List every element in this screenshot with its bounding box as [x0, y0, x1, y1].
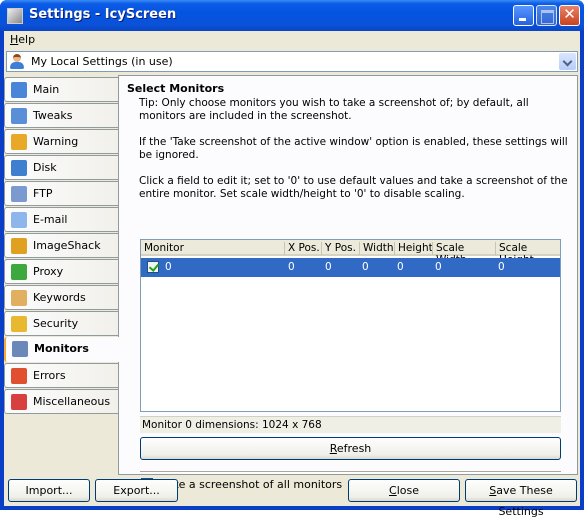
bell-icon — [11, 134, 27, 150]
sidebar-item-label: E-mail — [33, 213, 68, 226]
cell-scale-height[interactable]: 0 — [498, 261, 505, 273]
title-bar[interactable]: Settings - IcyScreen ✕ — [0, 0, 584, 31]
col-height[interactable]: Height — [394, 242, 433, 255]
save-settings-button[interactable]: Save These Settings — [465, 479, 577, 518]
settings-window: Settings - IcyScreen ✕ Help My Local Set… — [0, 0, 584, 518]
sidebar-item-main[interactable]: Main — [4, 77, 120, 102]
window-title: Settings - IcyScreen — [29, 7, 177, 22]
table-row[interactable]: 0 0 0 0 0 0 0 — [141, 258, 560, 277]
error-icon — [11, 368, 27, 384]
sidebar-item-label: Monitors — [34, 342, 89, 355]
col-y-pos[interactable]: Y Pos. — [321, 242, 359, 255]
cell-scale-width[interactable]: 0 — [435, 261, 442, 273]
ftp-server-icon — [11, 186, 27, 202]
col-x-pos[interactable]: X Pos. — [284, 242, 321, 255]
profile-selected-value: My Local Settings (in use) — [31, 55, 173, 68]
settings-sidebar: Main Tweaks Warning Disk FTP E-mail ImageShack… — [4, 77, 122, 415]
instructions-text: Click a field to edit it; set to '0' to … — [139, 175, 568, 200]
sidebar-item-label: Errors — [33, 369, 66, 382]
menu-bar: Help — [4, 31, 580, 48]
export-button[interactable]: Export... — [95, 479, 178, 502]
monitor-dimensions-status: Monitor 0 dimensions: 1024 x 768 — [140, 416, 561, 433]
user-icon — [10, 54, 24, 69]
sidebar-item-errors[interactable]: Errors — [4, 363, 120, 388]
sidebar-item-label: ImageShack — [33, 239, 101, 252]
cell-height[interactable]: 0 — [397, 261, 404, 273]
close-window-button[interactable]: ✕ — [559, 5, 580, 26]
sidebar-item-keywords[interactable]: Keywords — [4, 285, 120, 310]
close-button[interactable]: Close — [348, 479, 460, 502]
sidebar-item-imageshack[interactable]: ImageShack — [4, 233, 120, 258]
cell-x-pos[interactable]: 0 — [288, 261, 295, 273]
tip-text: Tip: Only choose monitors you wish to ta… — [139, 97, 529, 122]
proxy-icon — [11, 264, 27, 280]
sidebar-item-monitors[interactable]: Monitors — [4, 337, 122, 362]
cell-monitor[interactable]: 0 — [165, 261, 172, 273]
wrench-icon — [11, 108, 27, 124]
sidebar-item-e-mail[interactable]: E-mail — [4, 207, 120, 232]
monitor-icon — [12, 341, 28, 357]
imageshack-frog-icon — [11, 238, 27, 254]
sidebar-item-label: Warning — [33, 135, 79, 148]
col-monitor[interactable]: Monitor — [141, 242, 284, 255]
sidebar-item-label: Disk — [33, 161, 57, 174]
sidebar-item-tweaks[interactable]: Tweaks — [4, 103, 120, 128]
import-button[interactable]: Import... — [8, 479, 90, 502]
envelope-icon — [11, 212, 27, 228]
padlock-icon — [11, 316, 27, 332]
section-title: Select Monitors — [127, 82, 225, 95]
sidebar-item-ftp[interactable]: FTP — [4, 181, 120, 206]
close-icon: ✕ — [563, 5, 576, 23]
monitor-checkbox[interactable] — [147, 261, 159, 273]
monitors-table[interactable]: Monitor X Pos. Y Pos. Width Height Scale… — [140, 239, 561, 412]
cell-y-pos[interactable]: 0 — [325, 261, 332, 273]
sidebar-item-disk[interactable]: Disk — [4, 155, 120, 180]
minimize-button[interactable] — [513, 5, 534, 26]
sidebar-item-label: Security — [33, 317, 79, 330]
col-width[interactable]: Width — [359, 242, 394, 255]
refresh-button[interactable]: Refresh — [140, 437, 561, 460]
profile-dropdown[interactable]: My Local Settings (in use) — [6, 51, 578, 72]
col-scale-height[interactable]: Scale Height — [495, 242, 560, 266]
save-label: ave These Settings — [496, 484, 553, 518]
sidebar-item-label: FTP — [33, 187, 53, 200]
app-icon — [7, 8, 23, 24]
grid-icon — [11, 82, 27, 98]
sidebar-item-label: Proxy — [33, 265, 64, 278]
col-scale-width[interactable]: Scale Width — [432, 242, 495, 266]
all-monitors-label[interactable]: Take a screenshot of all monitors — [161, 478, 342, 491]
magnifier-icon — [11, 290, 27, 306]
sidebar-item-warning[interactable]: Warning — [4, 129, 120, 154]
sidebar-item-proxy[interactable]: Proxy — [4, 259, 120, 284]
monitors-panel: Select Monitors Tip: Only choose monitor… — [118, 75, 578, 491]
separator — [140, 471, 561, 473]
sidebar-item-miscellaneous[interactable]: Miscellaneous — [4, 389, 120, 414]
sidebar-item-label: Main — [33, 83, 60, 96]
refresh-accel: R — [329, 442, 337, 455]
maximize-button[interactable] — [536, 5, 557, 26]
sidebar-item-label: Keywords — [33, 291, 86, 304]
window-client: Help My Local Settings (in use) Main Twea… — [4, 31, 580, 518]
sidebar-item-label: Tweaks — [33, 109, 73, 122]
cell-width[interactable]: 0 — [362, 261, 369, 273]
all-monitors-text: ake a screenshot of all monitors — [165, 478, 343, 491]
cubes-icon — [11, 394, 27, 410]
floppy-disk-icon — [11, 160, 27, 176]
close-label: lose — [396, 484, 419, 497]
menu-help[interactable]: Help — [10, 33, 35, 46]
table-header: Monitor X Pos. Y Pos. Width Height Scale… — [141, 240, 560, 266]
chevron-down-icon[interactable] — [559, 53, 576, 70]
close-accel: C — [389, 484, 397, 497]
refresh-label: efresh — [336, 442, 372, 455]
menu-help-label: elp — [18, 33, 36, 46]
sidebar-item-security[interactable]: Security — [4, 311, 120, 336]
note-text: If the 'Take screenshot of the active wi… — [139, 136, 568, 161]
sidebar-item-label: Miscellaneous — [33, 395, 111, 408]
